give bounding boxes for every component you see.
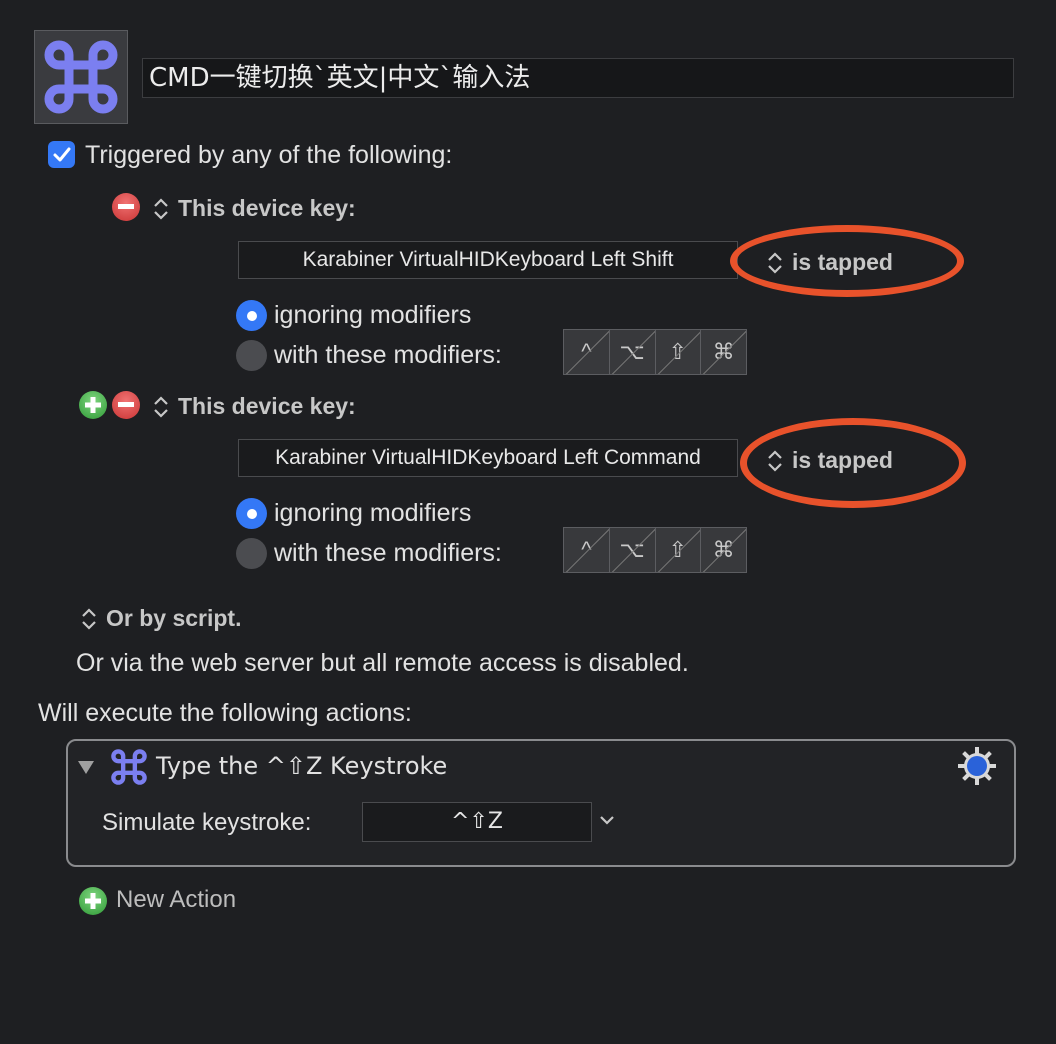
- action-title[interactable]: Type the ^⇧Z Keystroke: [156, 752, 447, 780]
- plus-icon: [85, 397, 101, 413]
- add-trigger-button[interactable]: [79, 391, 107, 419]
- command-icon: [110, 748, 148, 791]
- shift-modifier-toggle[interactable]: ⇧: [656, 330, 702, 374]
- command-modifier-toggle[interactable]: ⌘: [701, 528, 746, 572]
- simulate-keystroke-label: Simulate keystroke:: [102, 809, 312, 836]
- remove-trigger-button[interactable]: [112, 391, 140, 419]
- chevron-down-icon[interactable]: [598, 812, 616, 833]
- ignoring-modifiers-label: ignoring modifiers: [274, 301, 472, 329]
- minus-icon: [118, 402, 134, 407]
- script-trigger-popup[interactable]: Or by script.: [106, 605, 241, 632]
- chevron-updown-icon[interactable]: [152, 196, 170, 227]
- macro-icon[interactable]: [34, 30, 128, 124]
- modifier-keys: ^ ⌥ ⇧ ⌘: [563, 329, 747, 375]
- highlight-ellipse: [740, 418, 966, 508]
- with-modifiers-label: with these modifiers:: [274, 539, 502, 567]
- device-key-field[interactable]: Karabiner VirtualHIDKeyboard Left Comman…: [238, 439, 738, 477]
- disclosure-triangle-icon[interactable]: [76, 758, 96, 781]
- ignoring-modifiers-label: ignoring modifiers: [274, 499, 472, 527]
- control-modifier-toggle[interactable]: ^: [564, 528, 610, 572]
- minus-icon: [118, 204, 134, 209]
- gear-icon[interactable]: [957, 746, 997, 791]
- keystroke-field[interactable]: ^⇧Z: [362, 802, 592, 842]
- device-key-heading[interactable]: This device key:: [178, 393, 356, 420]
- modifier-keys: ^ ⌥ ⇧ ⌘: [563, 527, 747, 573]
- macro-name-field[interactable]: CMD一键切换`英文|中文`输入法: [142, 58, 1014, 98]
- web-server-text: Or via the web server but all remote acc…: [76, 649, 689, 677]
- trigger-label: Triggered by any of the following:: [85, 141, 453, 169]
- option-modifier-toggle[interactable]: ⌥: [610, 528, 656, 572]
- control-modifier-toggle[interactable]: ^: [564, 330, 610, 374]
- option-modifier-toggle[interactable]: ⌥: [610, 330, 656, 374]
- ignoring-modifiers-radio[interactable]: [236, 300, 267, 331]
- command-icon: [44, 40, 118, 114]
- with-modifiers-label: with these modifiers:: [274, 341, 502, 369]
- with-modifiers-radio[interactable]: [236, 538, 267, 569]
- remove-trigger-button[interactable]: [112, 193, 140, 221]
- actions-header: Will execute the following actions:: [38, 699, 412, 727]
- device-key-field[interactable]: Karabiner VirtualHIDKeyboard Left Shift: [238, 241, 738, 279]
- command-modifier-toggle[interactable]: ⌘: [701, 330, 746, 374]
- shift-modifier-toggle[interactable]: ⇧: [656, 528, 702, 572]
- highlight-ellipse: [730, 225, 964, 297]
- new-action-button[interactable]: [79, 887, 107, 915]
- new-action-label[interactable]: New Action: [116, 886, 236, 914]
- device-key-heading[interactable]: This device key:: [178, 195, 356, 222]
- trigger-checkbox[interactable]: [48, 141, 75, 168]
- with-modifiers-radio[interactable]: [236, 340, 267, 371]
- chevron-updown-icon[interactable]: [80, 606, 98, 637]
- ignoring-modifiers-radio[interactable]: [236, 498, 267, 529]
- chevron-updown-icon[interactable]: [152, 394, 170, 425]
- plus-icon: [85, 893, 101, 909]
- checkmark-icon: [53, 147, 70, 161]
